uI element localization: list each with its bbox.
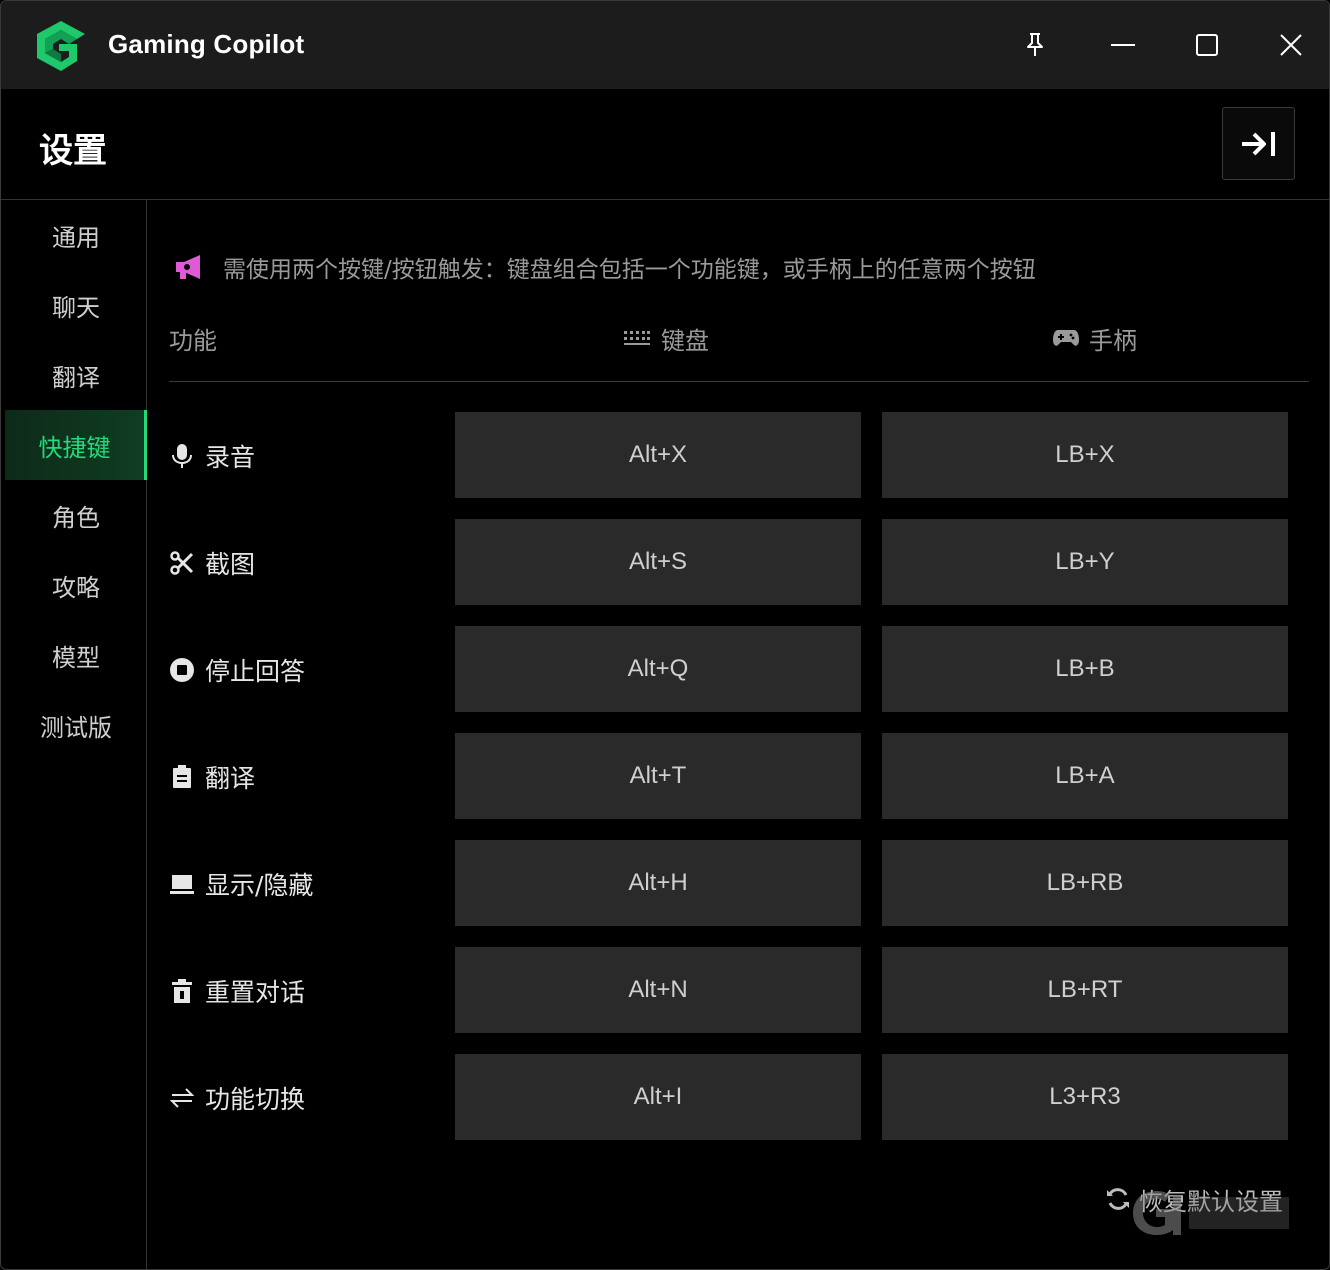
sidebar-item-role[interactable]: 角色 [5, 480, 147, 550]
shortcut-label: 停止回答 [205, 657, 306, 686]
keyboard-shortcut-button[interactable]: Alt+S [455, 519, 861, 605]
gamepad-shortcut-button[interactable]: LB+X [882, 412, 1288, 498]
sidebar-item-chat[interactable]: 聊天 [5, 270, 147, 340]
shortcut-label: 显示/隐藏 [205, 871, 314, 900]
column-keyboard-label: 键盘 [661, 326, 709, 355]
shortcut-notice: 需使用两个按键/按钮触发：键盘组合包括一个功能键，或手柄上的任意两个按钮 [173, 248, 1036, 286]
maximize-button[interactable] [1185, 23, 1229, 67]
gamepad-shortcut-button[interactable]: L3+R3 [882, 1054, 1288, 1140]
shortcut-row-label: 显示/隐藏 [169, 864, 313, 904]
shortcut-label: 功能切换 [205, 1085, 306, 1114]
minimize-icon [1111, 44, 1135, 46]
stop-icon [170, 658, 194, 682]
shortcut-row-label: 翻译 [169, 757, 255, 797]
shortcut-row-label: 录音 [169, 436, 255, 476]
sidebar-item-general[interactable]: 通用 [5, 200, 147, 270]
keyboard-shortcut-button[interactable]: Alt+I [455, 1054, 861, 1140]
shortcut-row-label: 功能切换 [169, 1078, 305, 1118]
page-title: 设置 [39, 131, 107, 171]
close-icon [1280, 34, 1302, 56]
laptop-icon [170, 875, 194, 894]
reset-label: 恢复默认设置 [1139, 1187, 1283, 1216]
settings-header: 设置 [1, 89, 1329, 200]
keyboard-shortcut-button[interactable]: Alt+H [455, 840, 861, 926]
arrow-to-right-icon [1241, 131, 1275, 156]
header-divider [169, 381, 1309, 382]
sidebar-item-shortcuts[interactable]: 快捷键 [5, 410, 147, 480]
shortcut-row-label: 停止回答 [169, 650, 305, 690]
keyboard-icon [624, 331, 650, 345]
app-window: Gaming Copilot 设置 通用 聊天 翻译 快捷键 角色 攻略 模型 … [0, 0, 1330, 1270]
column-function-label: 功能 [169, 326, 217, 355]
gamepad-shortcut-button[interactable]: LB+RT [882, 947, 1288, 1033]
sidebar-item-beta[interactable]: 测试版 [5, 690, 147, 760]
keyboard-shortcut-button[interactable]: Alt+T [455, 733, 861, 819]
switch-arrows-icon [170, 1088, 194, 1108]
app-title: Gaming Copilot [108, 29, 305, 59]
app-logo-icon [37, 21, 85, 71]
shortcut-row-label: 重置对话 [169, 971, 305, 1011]
sidebar-item-model[interactable]: 模型 [5, 620, 147, 690]
column-header-function: 功能 [169, 319, 217, 357]
shortcut-label: 翻译 [205, 764, 256, 793]
column-header-keyboard: 键盘 [623, 319, 709, 357]
shortcut-label: 录音 [205, 443, 256, 472]
close-button[interactable] [1269, 23, 1313, 67]
gamepad-icon [1053, 330, 1079, 346]
sidebar-item-guide[interactable]: 攻略 [5, 550, 147, 620]
keyboard-shortcut-button[interactable]: Alt+N [455, 947, 861, 1033]
keyboard-shortcut-button[interactable]: Alt+Q [455, 626, 861, 712]
gamepad-shortcut-button[interactable]: LB+RB [882, 840, 1288, 926]
sidebar-item-translate[interactable]: 翻译 [5, 340, 147, 410]
title-bar: Gaming Copilot [1, 1, 1329, 89]
scissors-icon [170, 551, 194, 575]
keyboard-shortcut-button[interactable]: Alt+X [455, 412, 861, 498]
trash-icon [172, 979, 192, 1003]
collapse-panel-button[interactable] [1222, 107, 1295, 180]
notice-text: 需使用两个按键/按钮触发：键盘组合包括一个功能键，或手柄上的任意两个按钮 [223, 257, 1036, 283]
microphone-icon [172, 444, 192, 468]
settings-sidebar: 通用 聊天 翻译 快捷键 角色 攻略 模型 测试版 [1, 200, 147, 1269]
pin-icon [1027, 33, 1043, 56]
shortcut-row-label: 截图 [169, 543, 255, 583]
gamepad-shortcut-button[interactable]: LB+B [882, 626, 1288, 712]
maximize-icon [1196, 34, 1218, 56]
gamepad-shortcut-button[interactable]: LB+Y [882, 519, 1288, 605]
column-header-gamepad: 手柄 [1053, 319, 1137, 357]
gamepad-shortcut-button[interactable]: LB+A [882, 733, 1288, 819]
refresh-icon [1107, 1188, 1129, 1210]
shortcut-label: 重置对话 [205, 978, 306, 1007]
reset-defaults-button[interactable]: 恢复默认设置 [1105, 1181, 1283, 1217]
clipboard-icon [173, 765, 191, 788]
pin-button[interactable] [1013, 23, 1057, 67]
megaphone-icon [176, 255, 200, 279]
shortcut-label: 截图 [205, 550, 256, 579]
minimize-button[interactable] [1101, 23, 1145, 67]
column-gamepad-label: 手柄 [1089, 326, 1137, 355]
